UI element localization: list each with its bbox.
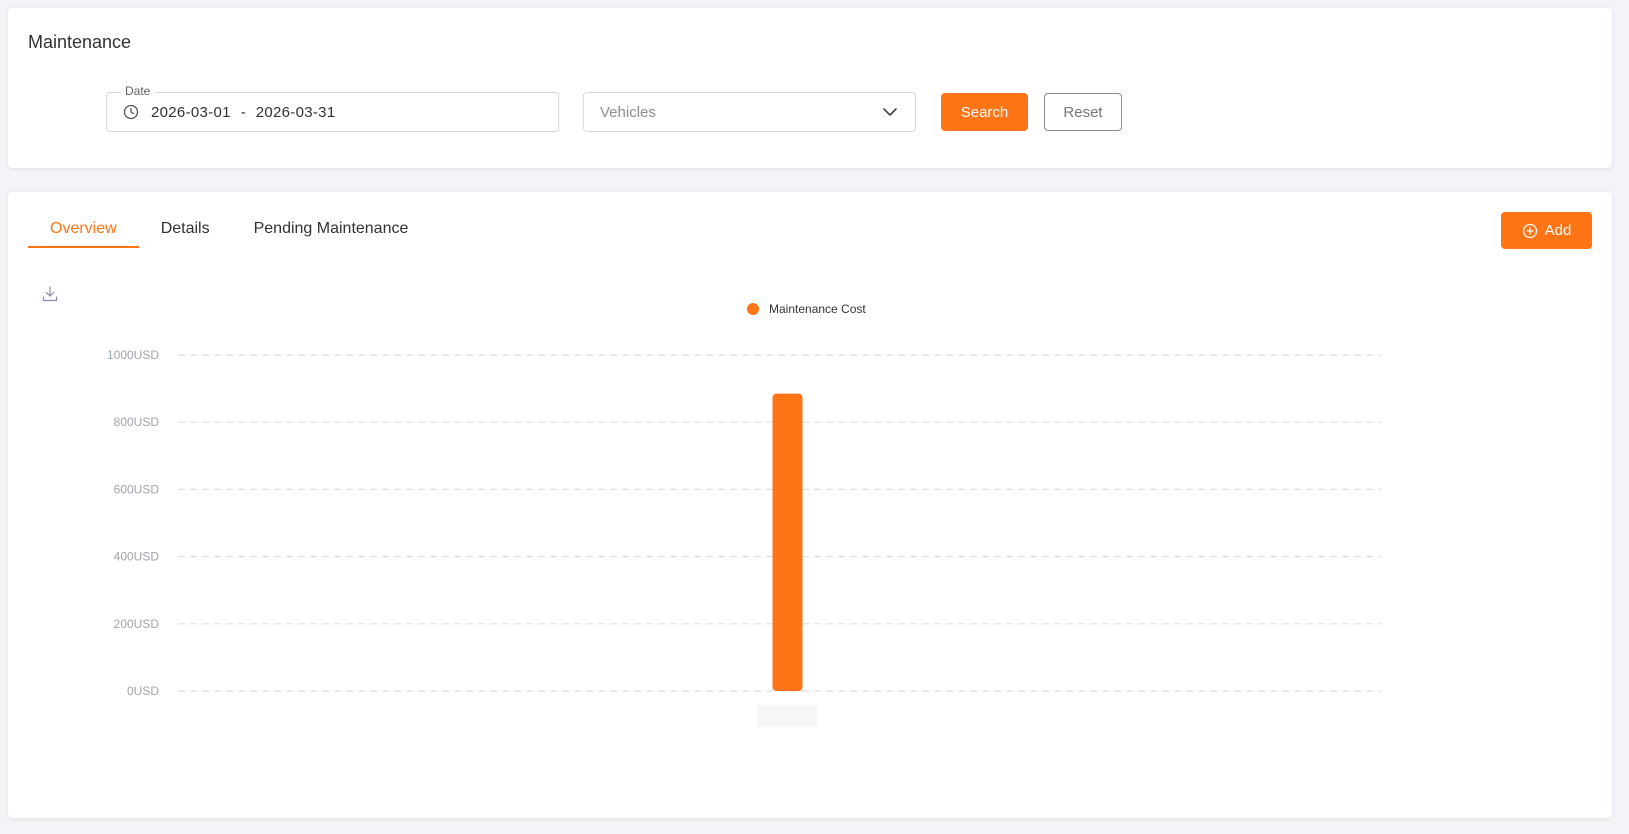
legend-label: Maintenance Cost — [769, 302, 866, 316]
y-tick-label: 200USD — [114, 617, 160, 631]
chart-legend: Maintenance Cost — [747, 302, 866, 316]
date-field-label: Date — [121, 84, 155, 98]
y-tick-label: 600USD — [114, 482, 160, 496]
y-tick-label: 1000USD — [107, 348, 159, 362]
y-tick-label: 0USD — [127, 684, 159, 698]
date-start[interactable]: 2026-03-01 — [151, 104, 231, 121]
maintenance-cost-chart: Maintenance Cost 0USD 200USD 400USD 600USD 8… — [107, 302, 1381, 727]
vehicles-select[interactable]: Vehicles — [583, 92, 916, 132]
date-range-field[interactable]: Date 2026-03-01 - 2026-03-31 — [106, 84, 559, 132]
y-tick-label: 400USD — [114, 550, 160, 564]
bar-maintenance-cost[interactable] — [772, 393, 803, 691]
legend-marker — [747, 303, 759, 315]
overview-card: Overview Details Pending Maintenance Add… — [8, 192, 1612, 818]
x-tick-label-box — [757, 705, 818, 727]
page-title: Maintenance — [28, 32, 132, 52]
date-end[interactable]: 2026-03-31 — [256, 104, 336, 121]
y-axis-ticks: 0USD 200USD 400USD 600USD 800USD 1000USD — [107, 348, 159, 698]
search-button[interactable]: Search — [941, 93, 1028, 131]
chevron-down-icon — [881, 103, 899, 121]
chart-bars — [757, 393, 818, 727]
reset-button[interactable]: Reset — [1044, 93, 1122, 131]
clock-icon — [123, 104, 139, 120]
date-separator: - — [240, 103, 246, 121]
vehicles-placeholder: Vehicles — [600, 103, 656, 121]
y-tick-label: 800USD — [114, 415, 160, 429]
filter-card: Maintenance Date 2026-03-01 - 2026-03-31… — [8, 8, 1612, 168]
